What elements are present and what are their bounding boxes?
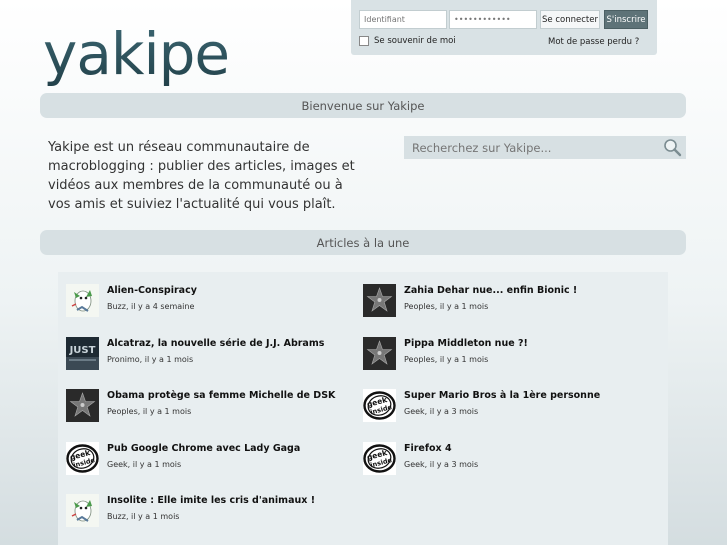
forgot-password-link[interactable]: Mot de passe perdu ? (548, 37, 639, 47)
article-meta: Geek, il y a 3 mois (404, 459, 479, 469)
register-button[interactable]: S'inscrire (604, 10, 648, 29)
article-meta: Buzz, il y a 4 semaine (107, 302, 195, 311)
article-title[interactable]: Obama protège sa femme Michelle de DSK (107, 390, 335, 401)
article-item[interactable]: Pippa Middleton nue ?! Peoples, il y a 1 … (363, 336, 653, 377)
article-item[interactable]: Obama protège sa femme Michelle de DSK Pe… (66, 389, 356, 429)
search-input[interactable] (404, 136, 656, 159)
article-item[interactable]: geek inside Super Mario Bros à la 1ère per… (363, 389, 653, 429)
article-thumbnail[interactable] (66, 389, 99, 422)
article-title[interactable]: Firefox 4 (404, 443, 452, 454)
article-thumbnail[interactable]: geek inside (363, 441, 396, 475)
article-meta: Peoples, il y a 1 mois (404, 354, 489, 364)
article-thumbnail[interactable] (66, 494, 99, 527)
welcome-banner: Bienvenue sur Yakipe (40, 93, 686, 118)
remember-me[interactable]: Se souvenir de moi (359, 36, 456, 46)
article-thumbnail[interactable] (363, 336, 396, 370)
search-icon[interactable] (663, 138, 682, 157)
articles-heading: Articles à la une (40, 230, 686, 255)
article-meta: Buzz, il y a 1 mois (107, 512, 180, 521)
article-item[interactable]: Zahia Dehar nue... enfin Bionic ! Peoples… (363, 284, 653, 324)
article-meta: Peoples, il y a 1 mois (107, 407, 192, 416)
password-input[interactable] (449, 10, 537, 29)
article-item[interactable]: geek inside Pub Google Chrome avec Lady Ga… (66, 441, 356, 482)
intro-text: Yakipe est un réseau communautaire de ma… (48, 140, 355, 212)
login-button[interactable]: Se connecter (540, 10, 600, 29)
remember-checkbox[interactable] (359, 36, 369, 46)
article-title[interactable]: Zahia Dehar nue... enfin Bionic ! (404, 285, 577, 296)
article-item[interactable]: geek inside Firefox 4 Geek, il y a 3 mois (363, 441, 653, 482)
svg-text:JUST: JUST (69, 345, 96, 356)
article-thumbnail[interactable] (66, 284, 99, 317)
site-logo[interactable]: yakipe (43, 14, 230, 94)
article-thumbnail[interactable]: geek inside (363, 389, 396, 422)
search-bar (404, 136, 686, 159)
article-thumbnail[interactable] (363, 284, 396, 317)
article-title[interactable]: Insolite : Elle imite les cris d'animaux… (107, 495, 315, 506)
article-thumbnail[interactable]: JUST (66, 336, 99, 370)
articles-panel: Alien-Conspiracy Buzz, il y a 4 semaine Za… (58, 272, 668, 545)
login-box: Se connecter S'inscrire Se souvenir de m… (351, 0, 657, 55)
article-title[interactable]: Pippa Middleton nue ?! (404, 338, 528, 349)
remember-label: Se souvenir de moi (374, 36, 456, 46)
article-item[interactable]: JUST Alcatraz, la nouvelle série de J.J. … (66, 336, 356, 377)
article-item[interactable]: Alien-Conspiracy Buzz, il y a 4 semaine (66, 284, 356, 324)
article-title[interactable]: Alcatraz, la nouvelle série de J.J. Abra… (107, 338, 324, 349)
article-meta: Peoples, il y a 1 mois (404, 302, 489, 311)
username-input[interactable] (359, 10, 447, 29)
article-thumbnail[interactable]: geek inside (66, 441, 99, 475)
article-meta: Geek, il y a 1 mois (107, 459, 182, 469)
article-title[interactable]: Alien-Conspiracy (107, 285, 197, 296)
article-title[interactable]: Pub Google Chrome avec Lady Gaga (107, 443, 300, 454)
article-title[interactable]: Super Mario Bros à la 1ère personne (404, 390, 600, 401)
article-meta: Pronimo, il y a 1 mois (107, 354, 194, 364)
article-item[interactable]: Insolite : Elle imite les cris d'animaux… (66, 494, 356, 534)
article-meta: Geek, il y a 3 mois (404, 407, 479, 416)
